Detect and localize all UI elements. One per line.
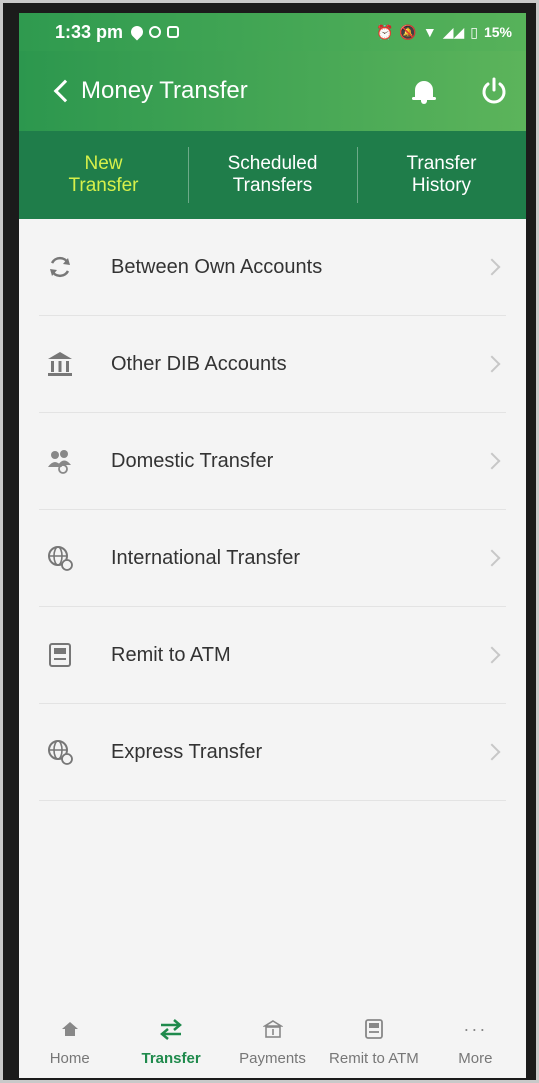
- status-time: 1:33 pm: [55, 21, 124, 42]
- atm-icon: [45, 640, 75, 670]
- list-item-domestic-transfer[interactable]: Domestic Transfer: [39, 413, 506, 510]
- more-icon: ···: [463, 1018, 488, 1039]
- list-item-express-transfer[interactable]: Express Transfer: [39, 704, 506, 801]
- chat-icon: [128, 23, 146, 41]
- payments-icon: [262, 1016, 283, 1042]
- atm-icon: [364, 1016, 384, 1042]
- tab-scheduled-transfers[interactable]: Scheduled Transfers: [188, 131, 357, 219]
- battery-percent: 15%: [483, 24, 512, 40]
- refresh-icon: [45, 252, 75, 282]
- instagram-icon: [149, 26, 162, 38]
- chevron-right-icon: [483, 743, 501, 761]
- list-item-other-dib-accounts[interactable]: Other DIB Accounts: [39, 316, 506, 413]
- chevron-right-icon: [483, 258, 501, 276]
- transfer-tabs: New Transfer Scheduled Transfers Transfer H…: [19, 131, 526, 219]
- app-header: Money Transfer: [19, 51, 526, 131]
- list-item-remit-to-atm[interactable]: Remit to ATM: [39, 607, 506, 704]
- globe-icon: [45, 543, 75, 573]
- transfer-icon: [159, 1016, 183, 1042]
- device-frame: 1:33 pm ⏰ 🔕 ▼ ◢◢ ▯ 15% Money Transfer Ne…: [0, 0, 539, 1083]
- nav-transfer[interactable]: Transfer: [120, 1016, 221, 1067]
- app-screen: 1:33 pm ⏰ 🔕 ▼ ◢◢ ▯ 15% Money Transfer Ne…: [19, 13, 526, 1078]
- people-transfer-icon: [45, 446, 75, 476]
- globe-icon: [45, 737, 75, 767]
- power-icon[interactable]: [480, 77, 508, 105]
- list-item-between-own-accounts[interactable]: Between Own Accounts: [39, 219, 506, 316]
- battery-icon: ▯: [470, 23, 478, 40]
- list-item-international-transfer[interactable]: International Transfer: [39, 510, 506, 607]
- tab-new-transfer[interactable]: New Transfer: [19, 131, 188, 219]
- chevron-right-icon: [483, 646, 501, 664]
- signal-icon: ◢◢: [442, 23, 465, 40]
- tab-transfer-history[interactable]: Transfer History: [357, 131, 526, 219]
- status-bar: 1:33 pm ⏰ 🔕 ▼ ◢◢ ▯ 15%: [19, 13, 526, 51]
- chevron-right-icon: [483, 452, 501, 470]
- alarm-icon: ⏰: [375, 23, 394, 40]
- nav-more[interactable]: ··· More: [425, 1016, 526, 1068]
- notification-bell-icon[interactable]: [412, 78, 436, 104]
- wifi-icon: ▼: [422, 24, 437, 40]
- chevron-right-icon: [483, 549, 501, 567]
- back-button[interactable]: Money Transfer: [53, 77, 248, 105]
- mute-icon: 🔕: [399, 23, 417, 40]
- gallery-icon: [167, 26, 180, 38]
- chevron-right-icon: [483, 355, 501, 373]
- nav-home[interactable]: Home: [19, 1016, 120, 1067]
- home-icon: [61, 1016, 79, 1042]
- bottom-navigation: Home Transfer Payments Remit to ATM ··· …: [19, 1006, 526, 1078]
- nav-remit-to-atm[interactable]: Remit to ATM: [323, 1016, 424, 1067]
- chevron-left-icon: [53, 79, 77, 103]
- bank-icon: [45, 349, 75, 379]
- page-title: Money Transfer: [81, 77, 248, 104]
- transfer-options-list: Between Own Accounts Other DIB Accounts: [19, 219, 526, 801]
- nav-payments[interactable]: Payments: [222, 1016, 323, 1067]
